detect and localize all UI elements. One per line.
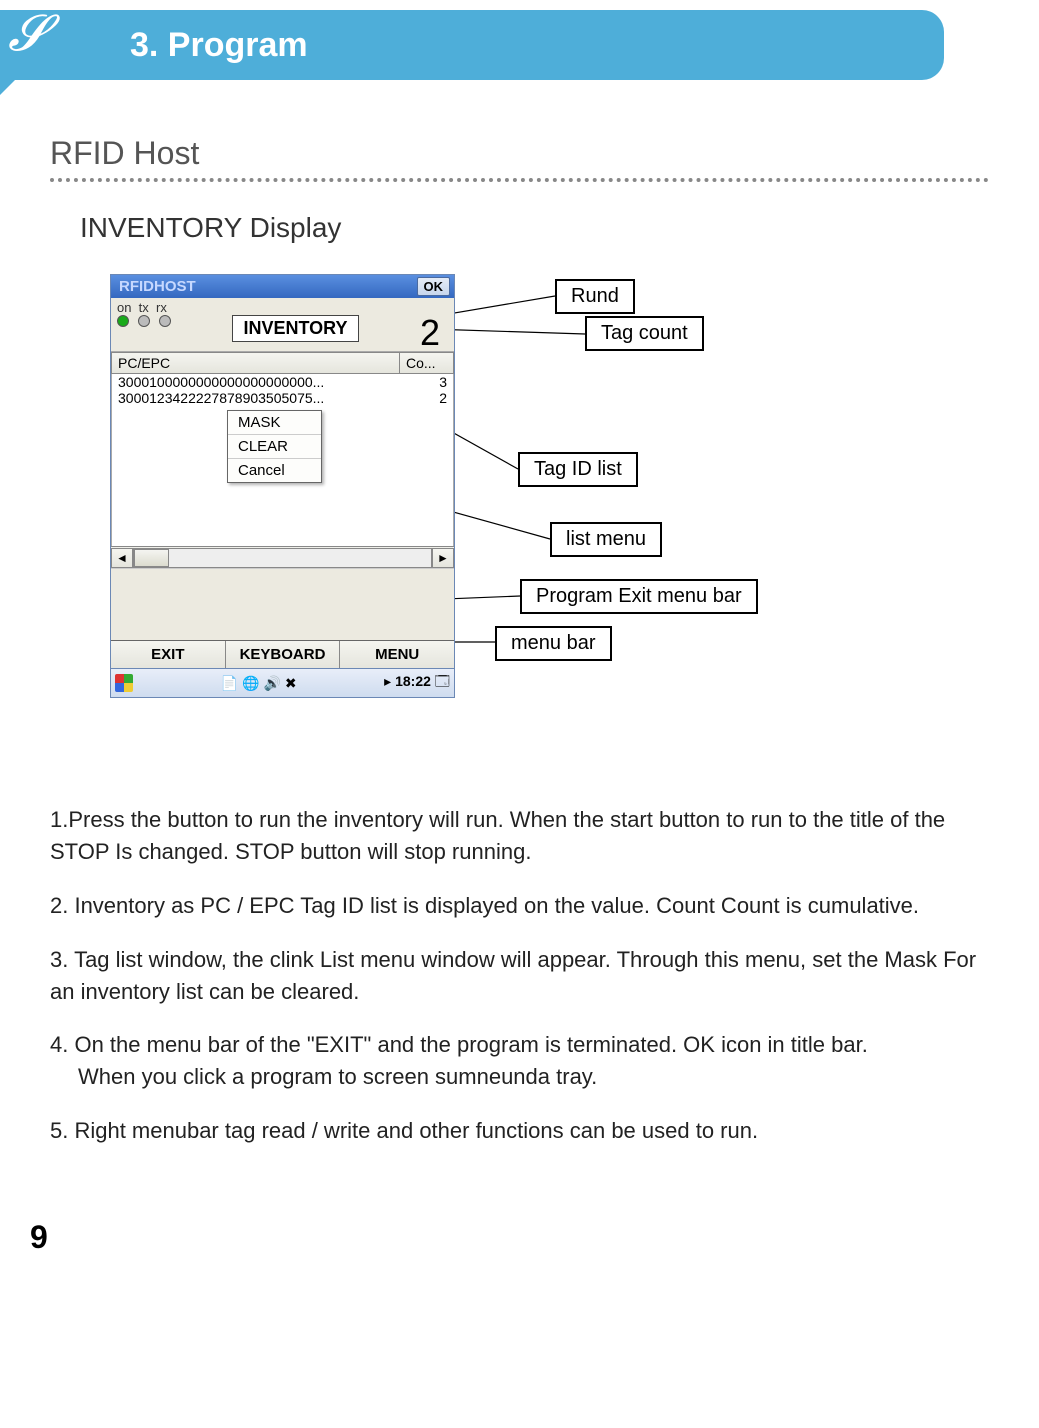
- paragraph-1: 1.Press the button to run the inventory …: [50, 804, 989, 868]
- led-rx-icon: [159, 315, 171, 327]
- list-header: PC/EPC Co...: [111, 351, 454, 374]
- app-title: RFIDHOST: [115, 278, 196, 295]
- tray-icons: 📄 🌐 🔊 ✖: [221, 675, 297, 692]
- inventory-button[interactable]: INVENTORY: [232, 315, 358, 342]
- windows-start-icon[interactable]: [115, 674, 133, 692]
- header-banner: 3. Program 𝓢: [0, 10, 1039, 95]
- paragraph-2: 2. Inventory as PC / EPC Tag ID list is …: [50, 890, 989, 922]
- horizontal-scrollbar[interactable]: ◄ ►: [111, 546, 454, 568]
- logo-corner: 𝓢: [0, 10, 100, 95]
- desktop-icon[interactable]: 🗔: [435, 673, 450, 689]
- tray-icon[interactable]: 🌐: [242, 675, 259, 692]
- paragraph-3: 3. Tag list window, the clink List menu …: [50, 944, 989, 1008]
- led-tx-icon: [138, 315, 150, 327]
- tag-id: 3000100000000000000000000...: [118, 374, 397, 390]
- status-row-2: INVENTORY 2: [111, 315, 454, 351]
- callout-tag-count: Tag count: [585, 316, 704, 351]
- taskbar: 📄 🌐 🔊 ✖ ▸ 18:22 🗔: [111, 668, 454, 697]
- taskbar-time: 18:22: [395, 673, 431, 689]
- tray-icon[interactable]: ✖: [285, 675, 297, 692]
- callout-tag-id-list: Tag ID list: [518, 452, 638, 487]
- scroll-left-icon[interactable]: ◄: [111, 548, 133, 568]
- tag-count-value: 2: [420, 315, 448, 351]
- section-title: RFID Host: [50, 135, 989, 172]
- arrow-icon[interactable]: ▸: [384, 673, 391, 689]
- menubar-menu[interactable]: MENU: [340, 641, 454, 668]
- taskbar-time-group: ▸ 18:22 🗔: [384, 671, 450, 695]
- led-on-icon: [117, 315, 129, 327]
- logo-swoosh-icon: 𝓢: [8, 18, 53, 63]
- dotted-rule: [50, 178, 989, 182]
- callout-rund: Rund: [555, 279, 635, 314]
- chapter-title: 3. Program: [130, 26, 308, 65]
- page-number: 9: [30, 1219, 1039, 1256]
- device-menubar: EXIT KEYBOARD MENU: [111, 640, 454, 668]
- scroll-thumb[interactable]: [134, 549, 169, 567]
- menubar-exit[interactable]: EXIT: [111, 641, 226, 668]
- paragraph-4: 4. On the menu bar of the "EXIT" and the…: [50, 1029, 989, 1093]
- menu-item-clear[interactable]: CLEAR: [228, 435, 321, 459]
- scroll-right-icon[interactable]: ►: [432, 548, 454, 568]
- list-col-pcepc[interactable]: PC/EPC: [111, 352, 399, 374]
- paragraph-5: 5. Right menubar tag read / write and ot…: [50, 1115, 989, 1147]
- paragraph-4b: When you click a program to screen sumne…: [50, 1061, 597, 1093]
- device-titlebar: RFIDHOST OK: [111, 275, 454, 298]
- header-bar: 3. Program: [0, 10, 944, 80]
- ok-button[interactable]: OK: [417, 277, 451, 296]
- paragraph-4a: 4. On the menu bar of the "EXIT" and the…: [50, 1032, 868, 1057]
- subsection-title: INVENTORY Display: [80, 212, 989, 244]
- menu-item-mask[interactable]: MASK: [228, 411, 321, 435]
- list-body[interactable]: 3000100000000000000000000... 3 300012342…: [111, 374, 454, 546]
- tray-icon[interactable]: 🔊: [263, 675, 280, 692]
- status-row: on tx rx: [111, 298, 454, 315]
- blank-area: [111, 568, 454, 640]
- list-row[interactable]: 3000100000000000000000000... 3: [112, 374, 453, 390]
- scroll-track[interactable]: [133, 548, 432, 568]
- led-row: [117, 315, 171, 327]
- context-menu: MASK CLEAR Cancel: [227, 410, 322, 483]
- tag-row-count: 2: [397, 390, 447, 406]
- device-screenshot: RFIDHOST OK on tx rx INVENTORY 2 PC/E: [110, 274, 455, 698]
- list-row[interactable]: 3000123422227878903505075... 2: [112, 390, 453, 406]
- tray-icon[interactable]: 📄: [221, 675, 238, 692]
- tag-row-count: 3: [397, 374, 447, 390]
- callout-menu-bar: menu bar: [495, 626, 612, 661]
- diagram: RFIDHOST OK on tx rx INVENTORY 2 PC/E: [110, 274, 1010, 774]
- menu-item-cancel[interactable]: Cancel: [228, 459, 321, 482]
- tag-id: 3000123422227878903505075...: [118, 390, 397, 406]
- callout-list-menu: list menu: [550, 522, 662, 557]
- list-col-count[interactable]: Co...: [399, 352, 454, 374]
- body-text: 1.Press the button to run the inventory …: [50, 804, 989, 1147]
- callout-program-exit: Program Exit menu bar: [520, 579, 758, 614]
- led-labels: on tx rx: [117, 300, 167, 315]
- menubar-keyboard[interactable]: KEYBOARD: [226, 641, 341, 668]
